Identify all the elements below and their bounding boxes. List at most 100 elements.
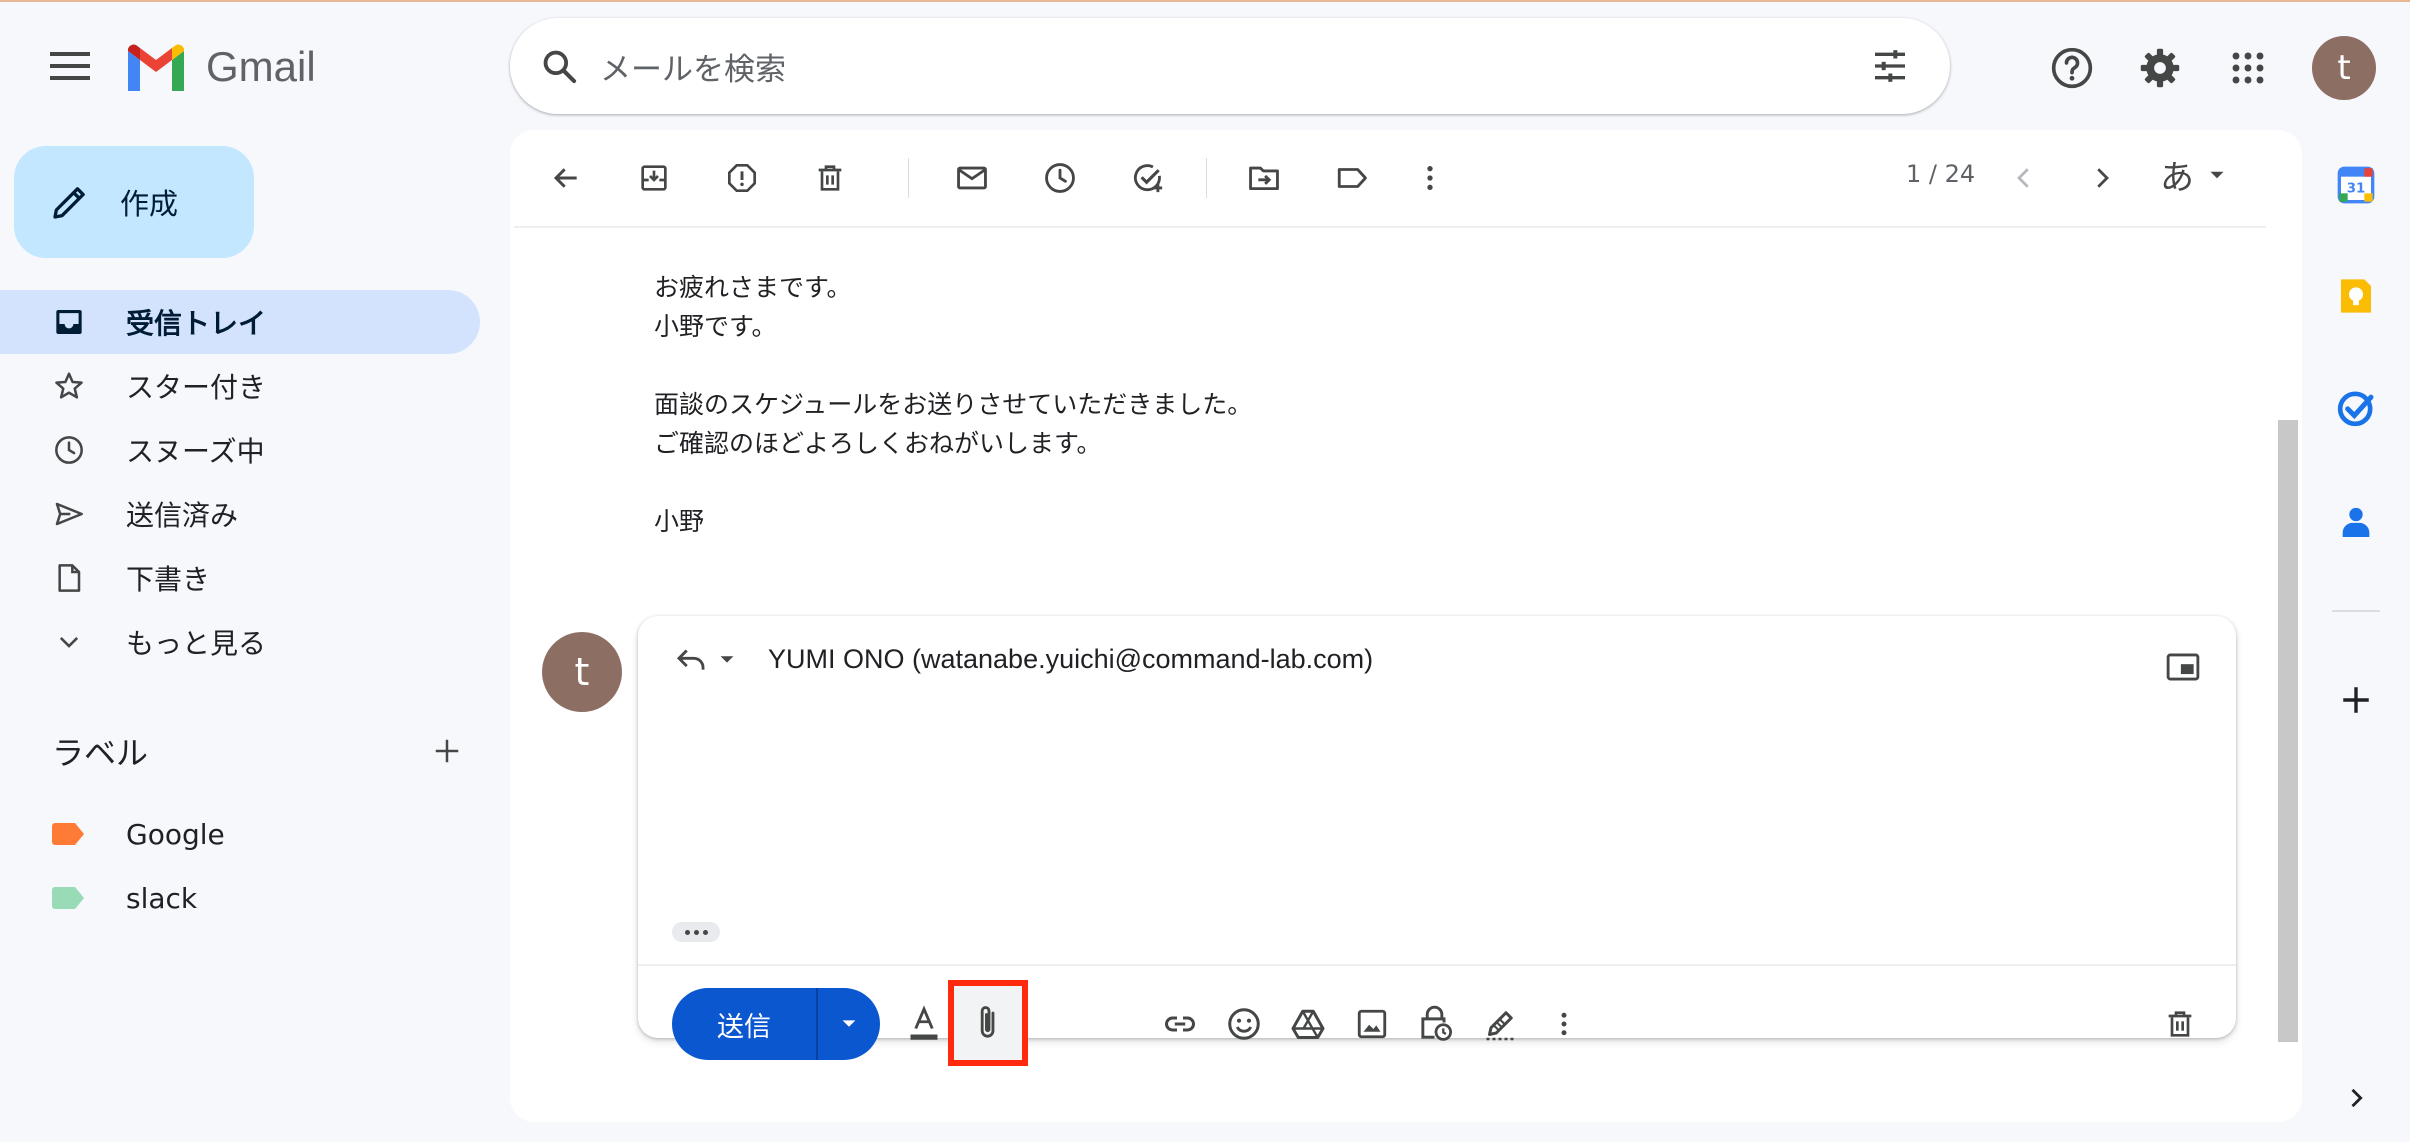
- account-avatar[interactable]: t: [2312, 36, 2376, 100]
- dot: [693, 929, 699, 935]
- settings-button[interactable]: [2128, 36, 2192, 100]
- keep-app-button[interactable]: [2332, 272, 2380, 320]
- search-input[interactable]: メールを検索: [600, 44, 1870, 89]
- paperclip-icon: [980, 1006, 995, 1038]
- toolbar-divider-line: [514, 226, 2266, 228]
- send-button[interactable]: 送信: [672, 988, 816, 1060]
- input-tools-button[interactable]: あ: [2160, 150, 2230, 199]
- compose-label: 作成: [120, 187, 179, 221]
- nav-item-starred[interactable]: スター付き: [0, 354, 480, 418]
- reply-header: YUMI ONO (watanabe.yuichi@command-lab.co…: [674, 642, 1373, 676]
- nav-item-more[interactable]: もっと見る: [0, 610, 480, 674]
- delete-button[interactable]: [806, 154, 854, 202]
- nav-item-label: スヌーズ中: [126, 435, 265, 468]
- insert-photo-button[interactable]: [1348, 1000, 1396, 1048]
- contacts-person-icon: [2342, 507, 2370, 537]
- insert-emoji-button[interactable]: [1220, 1000, 1268, 1048]
- add-task-icon: [1133, 164, 1163, 193]
- move-to-folder-icon: [1249, 166, 1279, 191]
- back-button[interactable]: [542, 154, 590, 202]
- labels-header: ラベル: [52, 728, 462, 774]
- search-bar[interactable]: メールを検索: [510, 18, 1950, 114]
- help-button[interactable]: [2040, 36, 2104, 100]
- search-options-icon[interactable]: [1870, 46, 1910, 86]
- tasks-app-button[interactable]: [2332, 384, 2380, 432]
- archive-button[interactable]: [630, 154, 678, 202]
- app-name: Gmail: [206, 43, 316, 90]
- photo-icon: [1357, 1009, 1387, 1039]
- link-icon: [1165, 1016, 1195, 1032]
- snooze-button[interactable]: [1036, 154, 1084, 202]
- label-item-slack[interactable]: slack: [52, 873, 197, 923]
- message-body: お疲れさまです。 小野です。 面談のスケジュールをお送りさせていただきました。 …: [654, 268, 1252, 541]
- dot: [702, 929, 708, 935]
- help-icon: [2051, 47, 2093, 89]
- plus-icon: [2343, 687, 2369, 713]
- label-item-google[interactable]: Google: [52, 809, 225, 859]
- label-tag-icon: [52, 823, 84, 845]
- labels-button[interactable]: [1328, 154, 1376, 202]
- google-apps-button[interactable]: [2216, 36, 2280, 100]
- trash-icon: [2168, 1011, 2192, 1037]
- formatting-options-button[interactable]: [900, 1000, 948, 1048]
- more-options-button[interactable]: [1540, 1000, 1588, 1048]
- nav-item-label: もっと見る: [126, 627, 267, 660]
- label-name: slack: [126, 881, 198, 915]
- gmail-logo[interactable]: Gmail: [124, 40, 316, 94]
- nav-item-label: 受信トレイ: [126, 307, 267, 340]
- send-icon: [52, 497, 86, 531]
- confidential-mode-button[interactable]: [1412, 1000, 1460, 1048]
- drive-icon: [1291, 1009, 1325, 1039]
- reply-recipient[interactable]: YUMI ONO (watanabe.yuichi@command-lab.co…: [768, 644, 1373, 675]
- scrollbar[interactable]: [2278, 420, 2298, 1042]
- more-vert-icon: [1561, 1012, 1567, 1036]
- newer-button[interactable]: [2000, 154, 2048, 202]
- show-side-panel-button[interactable]: [2332, 1074, 2380, 1122]
- text-format-icon: [910, 1005, 938, 1040]
- insert-link-button[interactable]: [1156, 1000, 1204, 1048]
- nav-item-inbox[interactable]: 受信トレイ: [0, 290, 480, 354]
- calendar-app-button[interactable]: 31: [2332, 161, 2380, 209]
- nav-item-drafts[interactable]: 下書き: [0, 546, 480, 610]
- move-to-button[interactable]: [1240, 154, 1288, 202]
- older-button[interactable]: [2078, 154, 2126, 202]
- dot: [684, 929, 690, 935]
- attach-files-button[interactable]: [948, 980, 1028, 1066]
- toolbar-divider: [1206, 158, 1207, 198]
- archive-icon: [641, 165, 667, 191]
- chevron-down-icon: [52, 625, 86, 659]
- nav-item-sent[interactable]: 送信済み: [0, 482, 480, 546]
- main-menu-button[interactable]: [40, 36, 100, 96]
- insert-drive-file-button[interactable]: [1284, 1000, 1332, 1048]
- inbox-icon: [52, 305, 86, 339]
- add-to-tasks-button[interactable]: [1124, 154, 1172, 202]
- arrow-left-icon: [553, 168, 577, 188]
- nav-item-snoozed[interactable]: スヌーズ中: [0, 418, 480, 482]
- discard-draft-button[interactable]: [2156, 1000, 2204, 1048]
- pagination-count: 1 / 24: [1906, 160, 1976, 188]
- add-label-icon[interactable]: [432, 736, 462, 766]
- side-panel-divider: [2332, 610, 2380, 612]
- contacts-app-button[interactable]: [2332, 498, 2380, 546]
- labels-title: ラベル: [52, 734, 149, 772]
- insert-signature-button[interactable]: [1476, 1000, 1524, 1048]
- mark-unread-button[interactable]: [948, 154, 996, 202]
- caret-down-icon[interactable]: [716, 648, 738, 670]
- hamburger-menu-icon: [50, 52, 90, 80]
- emoji-icon: [1228, 1008, 1260, 1040]
- label-name: Google: [126, 817, 225, 851]
- svg-text:31: 31: [2347, 182, 2366, 197]
- reply-type-icon[interactable]: [674, 642, 708, 676]
- reply-compose-box: YUMI ONO (watanabe.yuichi@command-lab.co…: [638, 616, 2236, 1066]
- pop-out-reply-button[interactable]: [2166, 652, 2200, 686]
- signature-pen-icon: [1486, 1011, 1514, 1041]
- send-options-button[interactable]: [816, 988, 880, 1060]
- compose-button[interactable]: 作成: [14, 146, 254, 258]
- report-spam-button[interactable]: [718, 154, 766, 202]
- get-addons-button[interactable]: [2332, 676, 2380, 724]
- folder-nav: 受信トレイ スター付き スヌーズ中 送信済み 下書き もっと見る: [0, 290, 480, 674]
- more-actions-button[interactable]: [1406, 154, 1454, 202]
- sender-avatar: t: [542, 632, 622, 712]
- show-trimmed-content-button[interactable]: [672, 922, 720, 942]
